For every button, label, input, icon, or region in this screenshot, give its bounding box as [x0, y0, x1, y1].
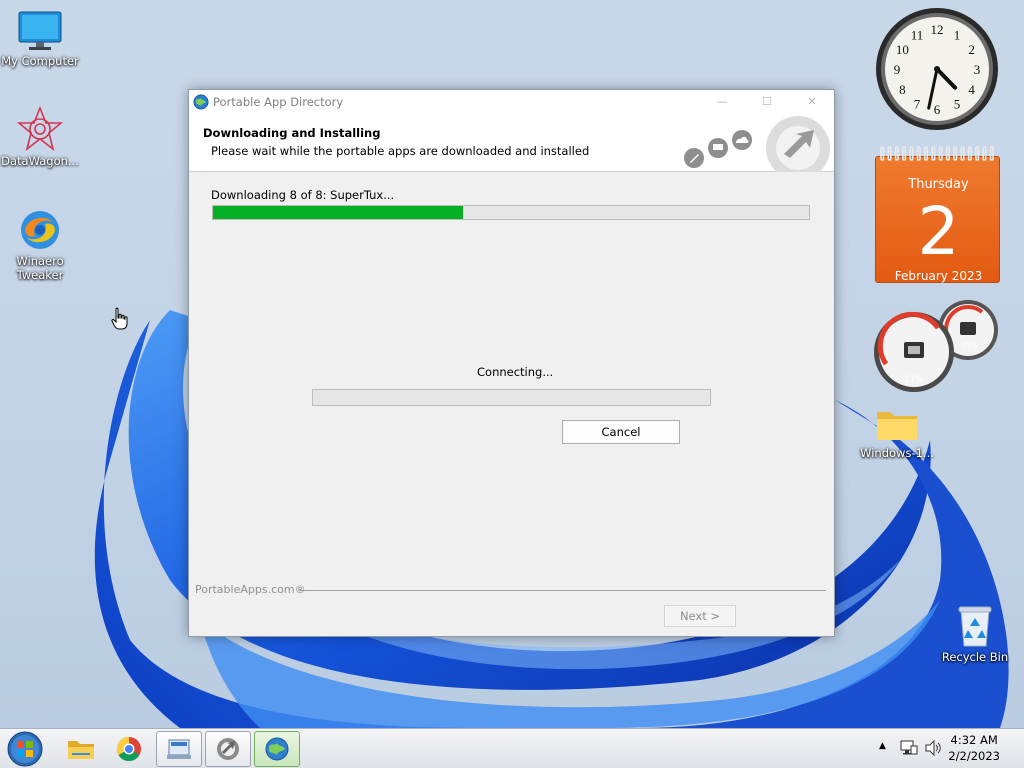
desktop-icon-my-computer[interactable]: My Computer — [0, 10, 80, 68]
clock-number: 7 — [914, 97, 921, 112]
globe-icon — [193, 94, 209, 110]
hand-cursor-icon — [111, 307, 128, 330]
cancel-button[interactable]: Cancel — [562, 420, 680, 444]
control-panel-icon — [167, 739, 191, 759]
portableapps-icon — [217, 738, 239, 760]
close-button[interactable]: ✕ — [789, 90, 835, 114]
clock-number: 3 — [974, 62, 981, 77]
desktop-icon-winaero-tweaker[interactable]: Winaero Tweaker — [0, 208, 80, 282]
datawagon-icon — [17, 106, 63, 152]
recycle-bin-icon — [958, 606, 992, 647]
cpu-meter-gadget[interactable]: 17% 25% — [872, 298, 1002, 394]
clock-gadget[interactable]: 12 12 3 45678 9 1011 — [874, 6, 1000, 132]
next-button[interactable]: Next > — [664, 605, 736, 627]
clock-number: 5 — [954, 97, 961, 112]
ram-percent: 25% — [961, 341, 979, 350]
clock-number: 9 — [894, 62, 901, 77]
calendar-gadget[interactable]: Thursday 2 February 2023 — [875, 146, 1000, 283]
desktop-icon-windows-folder[interactable]: Windows-1... — [857, 406, 937, 460]
calendar-date: 2 — [917, 193, 960, 270]
folder-icon — [877, 412, 917, 440]
taskbar-portableapps[interactable] — [205, 731, 251, 767]
clock-number: 6 — [934, 102, 941, 117]
clock-number: 8 — [899, 82, 906, 97]
window-title: Portable App Directory — [213, 95, 344, 109]
calendar-month: February 2023 — [894, 269, 983, 283]
clock-number: 4 — [968, 82, 975, 97]
desktop-icon-label: Recycle Bin — [941, 650, 1009, 664]
calendar-rings-icon — [880, 146, 994, 161]
overall-progress-fill — [213, 206, 464, 219]
start-button[interactable] — [6, 730, 44, 768]
calendar-body: Thursday 2 February 2023 — [875, 156, 1000, 283]
footer-divider — [299, 590, 826, 591]
tray-clock[interactable]: 4:32 AM 2/2/2023 — [948, 732, 1000, 764]
wizard-header: Downloading and Installing Please wait w… — [189, 114, 834, 172]
portableapps-logo-icon — [684, 116, 830, 172]
clock-number: 1 — [954, 27, 961, 42]
tray-time: 4:32 AM — [950, 733, 998, 747]
download-status-text: Downloading 8 of 8: SuperTux... — [211, 188, 395, 202]
brand-label: PortableApps.com® — [195, 583, 306, 596]
connecting-text: Connecting... — [477, 365, 554, 379]
winaero-tweaker-icon — [21, 211, 59, 249]
desktop-icon-label: Windows-1... — [860, 446, 934, 460]
tray-overflow-icon[interactable]: ▲ — [879, 741, 886, 751]
clock-number: 2 — [968, 42, 975, 57]
clock-number: 11 — [911, 27, 924, 42]
overall-progress-bar — [212, 205, 810, 220]
monitor-icon — [18, 11, 62, 50]
desktop-icon-recycle-bin[interactable]: Recycle Bin — [935, 604, 1015, 664]
calendar-day: Thursday — [908, 177, 969, 192]
taskbar-chrome[interactable] — [106, 731, 152, 767]
network-icon[interactable] — [900, 740, 918, 756]
globe-icon — [265, 737, 289, 761]
taskbar: ▲ 4:32 AM 2/2/2023 — [0, 728, 1024, 768]
cpu-percent: 17% — [904, 375, 924, 385]
desktop-icon-datawagon[interactable]: DataWagon... — [0, 106, 80, 168]
maximize-button[interactable]: ☐ — [744, 90, 790, 114]
header-title: Downloading and Installing — [203, 126, 381, 140]
desktop-icon-label: My Computer — [1, 54, 79, 68]
item-progress-bar — [312, 389, 711, 406]
clock-number: 10 — [896, 42, 909, 57]
window-titlebar[interactable]: Portable App Directory — ☐ ✕ — [189, 90, 834, 114]
tray-date: 2/2/2023 — [948, 749, 1000, 763]
taskbar-control-panel[interactable] — [156, 731, 202, 767]
clock-number: 12 — [931, 22, 944, 37]
minimize-button[interactable]: — — [699, 90, 745, 114]
taskbar-file-explorer[interactable] — [58, 731, 104, 767]
taskbar-portable-app-directory[interactable] — [254, 731, 300, 767]
volume-icon[interactable] — [924, 740, 942, 756]
desktop-icon-label: Winaero Tweaker — [16, 254, 64, 282]
desktop-icon-label: DataWagon... — [1, 154, 79, 168]
header-subtitle: Please wait while the portable apps are … — [211, 144, 590, 158]
folder-icon — [68, 741, 94, 759]
chrome-icon — [116, 737, 141, 762]
installer-window: Portable App Directory — ☐ ✕ Downloading… — [188, 89, 835, 637]
